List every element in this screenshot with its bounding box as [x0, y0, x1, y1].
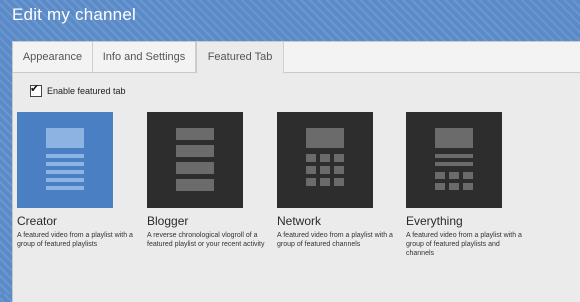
featured-video-block: [435, 128, 473, 148]
channel-grid-cell: [334, 154, 344, 162]
tab-appearance[interactable]: Appearance: [13, 42, 93, 72]
layout-description: A featured video from a playlist with a …: [17, 232, 133, 248]
layout-description: A featured video from a playlist with a …: [277, 232, 393, 248]
vlog-entry-block: [176, 179, 214, 191]
vlog-entry-block: [176, 162, 214, 174]
playlist-row: [435, 162, 473, 166]
channel-grid-cell: [435, 183, 445, 190]
playlist-row: [46, 162, 84, 166]
layout-description: A reverse chronological vlogroll of a fe…: [147, 232, 265, 248]
layout-option-network: Network A featured video from a playlist…: [277, 112, 393, 249]
layout-name[interactable]: Everything: [406, 214, 518, 228]
layout-option-creator: Creator A featured video from a playlist…: [17, 112, 133, 249]
channel-grid-cell: [306, 154, 316, 162]
vlog-entry-block: [176, 128, 214, 140]
enable-featured-tab-option: ✔ Enable featured tab: [30, 83, 126, 97]
tab-bar: Appearance Info and Settings Featured Ta…: [13, 42, 580, 73]
tab-info-and-settings[interactable]: Info and Settings: [93, 42, 196, 72]
channel-grid-cell: [320, 154, 330, 162]
tab-featured-tab[interactable]: Featured Tab: [196, 42, 284, 73]
vlog-entry-block: [176, 145, 214, 157]
playlist-row: [435, 154, 473, 158]
channel-grid-cell: [435, 172, 445, 179]
creator-layout-tile[interactable]: [17, 112, 113, 208]
layout-description: A featured video from a playlist with a …: [406, 232, 522, 257]
layout-option-everything: Everything A featured video from a playl…: [406, 112, 522, 258]
layout-name[interactable]: Blogger: [147, 214, 259, 228]
channel-grid-cell: [449, 172, 459, 179]
blogger-layout-tile[interactable]: [147, 112, 243, 208]
network-layout-tile[interactable]: [277, 112, 373, 208]
layout-name[interactable]: Network: [277, 214, 389, 228]
enable-featured-tab-label[interactable]: Enable featured tab: [47, 86, 126, 96]
channel-grid-cell: [449, 183, 459, 190]
playlist-row: [46, 154, 84, 158]
featured-video-block: [306, 128, 344, 148]
channel-grid-cell: [334, 178, 344, 186]
channel-grid-cell: [463, 183, 473, 190]
edit-channel-panel: Appearance Info and Settings Featured Ta…: [12, 41, 580, 302]
enable-featured-tab-checkbox[interactable]: ✔: [30, 83, 42, 97]
playlist-row: [46, 186, 84, 190]
featured-video-block: [46, 128, 84, 148]
channel-grid-cell: [306, 166, 316, 174]
playlist-row: [46, 178, 84, 182]
layout-option-blogger: Blogger A reverse chronological vlogroll…: [147, 112, 265, 249]
page-title: Edit my channel: [12, 5, 136, 24]
channel-grid-cell: [306, 178, 316, 186]
check-icon: ✔: [30, 83, 40, 95]
layout-name[interactable]: Creator: [17, 214, 129, 228]
channel-grid-cell: [334, 166, 344, 174]
channel-grid-cell: [320, 166, 330, 174]
channel-grid-cell: [463, 172, 473, 179]
everything-layout-tile[interactable]: [406, 112, 502, 208]
playlist-row: [46, 170, 84, 174]
channel-grid-cell: [320, 178, 330, 186]
